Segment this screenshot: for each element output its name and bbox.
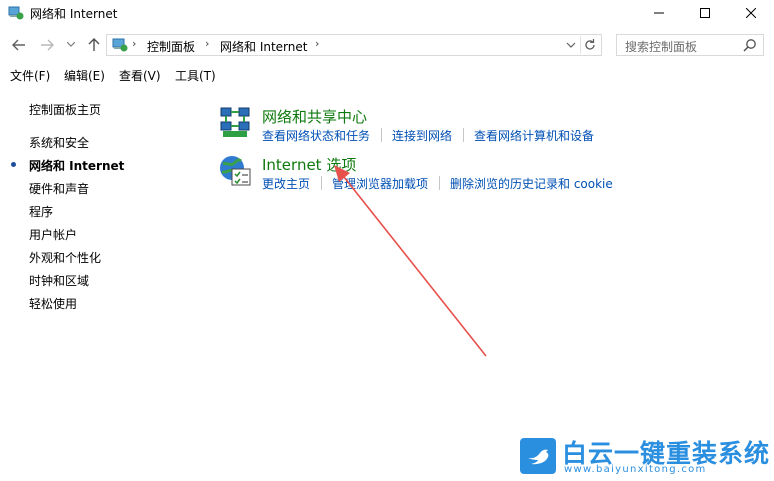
watermark: 白云一键重装系统 www.baiyunxitong.com (520, 436, 769, 478)
watermark-url: www.baiyunxitong.com (564, 464, 707, 475)
annotation-arrow (334, 165, 487, 357)
bird-logo-icon (520, 438, 556, 474)
annotation-arrow-head (334, 165, 350, 182)
annotation-arrow-line (339, 171, 487, 357)
